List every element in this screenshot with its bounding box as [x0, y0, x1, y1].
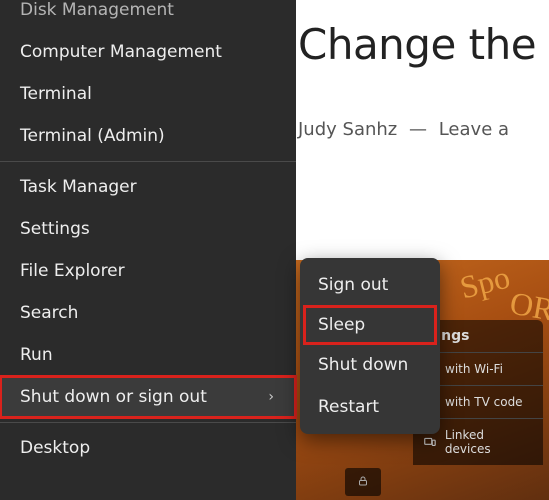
article-byline: Judy Sanhz — Leave a — [298, 119, 549, 140]
menu-item-computer-management[interactable]: Computer Management — [0, 31, 296, 73]
menu-separator — [0, 422, 296, 423]
menu-item-label: Search — [20, 303, 78, 323]
submenu-item-shut-down[interactable]: Shut down — [300, 344, 440, 386]
menu-item-label: Shut down or sign out — [20, 387, 207, 407]
menu-item-label: File Explorer — [20, 261, 125, 281]
menu-item-task-manager[interactable]: Task Manager — [0, 166, 296, 208]
menu-item-label: Terminal (Admin) — [20, 126, 165, 146]
menu-item-settings[interactable]: Settings — [0, 208, 296, 250]
menu-item-label: Disk Management — [20, 0, 174, 20]
menu-item-label: Computer Management — [20, 42, 222, 62]
menu-item-file-explorer[interactable]: File Explorer — [0, 250, 296, 292]
lock-indicator — [345, 468, 381, 496]
menu-item-label: Settings — [20, 219, 90, 239]
menu-item-label: Task Manager — [20, 177, 137, 197]
submenu-item-label: Shut down — [318, 355, 408, 375]
youtube-panel-item-label: Linked devices — [445, 428, 533, 456]
menu-separator — [0, 161, 296, 162]
article-comments-link[interactable]: Leave a — [439, 119, 509, 140]
submenu-item-sleep[interactable]: Sleep — [304, 306, 436, 344]
menu-item-desktop[interactable]: Desktop — [0, 427, 296, 469]
submenu-item-label: Sleep — [318, 315, 365, 335]
chevron-right-icon: › — [268, 389, 274, 405]
menu-item-label: Terminal — [20, 84, 92, 104]
shutdown-submenu: Sign out Sleep Shut down Restart — [300, 258, 440, 434]
menu-item-search[interactable]: Search — [0, 292, 296, 334]
menu-item-shutdown-signout[interactable]: Shut down or sign out › — [0, 376, 296, 418]
menu-item-label: Desktop — [20, 438, 90, 458]
menu-item-run[interactable]: Run — [0, 334, 296, 376]
menu-item-terminal[interactable]: Terminal — [0, 73, 296, 115]
menu-item-disk-management[interactable]: Disk Management — [0, 0, 296, 31]
submenu-item-label: Restart — [318, 397, 379, 417]
lock-icon — [357, 473, 369, 492]
article-author[interactable]: Judy Sanhz — [298, 119, 397, 140]
winx-power-menu: Disk Management Computer Management Term… — [0, 0, 296, 500]
menu-item-terminal-admin[interactable]: Terminal (Admin) — [0, 115, 296, 157]
devices-icon — [423, 435, 437, 449]
byline-separator: — — [409, 119, 427, 140]
youtube-panel-item-label: with Wi-Fi — [445, 362, 503, 376]
submenu-item-sign-out[interactable]: Sign out — [300, 264, 440, 306]
article-title: Change the — [298, 20, 549, 69]
submenu-item-label: Sign out — [318, 275, 388, 295]
youtube-panel-item-label: with TV code — [445, 395, 523, 409]
submenu-item-restart[interactable]: Restart — [300, 386, 440, 428]
menu-item-label: Run — [20, 345, 53, 365]
